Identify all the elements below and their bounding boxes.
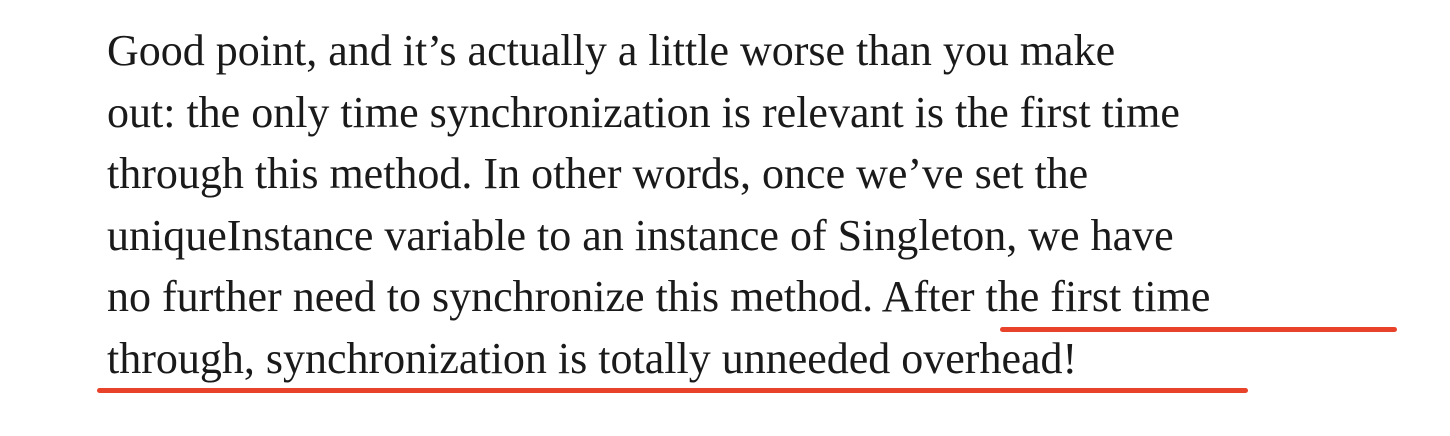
red-underline-annotation: [97, 388, 1248, 393]
paragraph-line: through this method. In other words, onc…: [107, 149, 1089, 198]
paragraph-line: uniqueInstance variable to an instance o…: [107, 210, 1174, 260]
red-underline-annotation: [1000, 327, 1397, 332]
paragraph-line: Good point, and it’s actually a little w…: [107, 26, 1116, 75]
paragraph-line: out: the only time synchronization is re…: [107, 87, 1180, 137]
paragraph: Good point, and it’s actually a little w…: [107, 20, 1210, 389]
paragraph-line: no further need to synchronize this meth…: [107, 272, 1211, 321]
paragraph-line: through, synchronization is totally unne…: [107, 333, 1078, 383]
